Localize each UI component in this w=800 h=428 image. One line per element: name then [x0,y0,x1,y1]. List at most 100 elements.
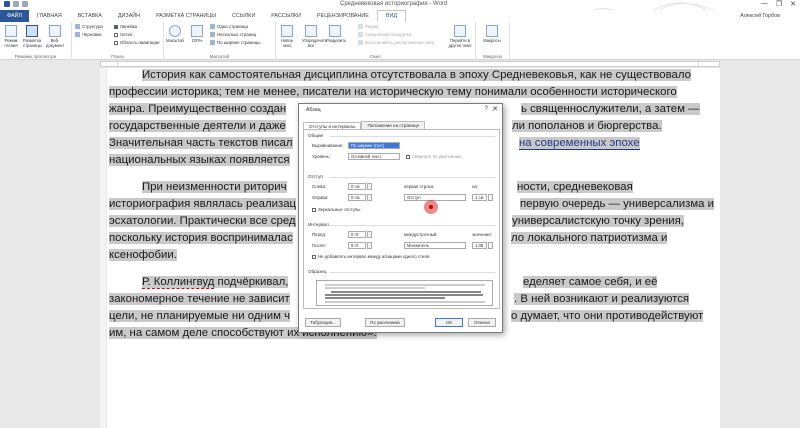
cancel-button[interactable]: Отмена [468,318,496,327]
grid-checkbox[interactable]: Сетка [114,32,132,37]
after-label: После: [312,243,327,248]
horizontal-ruler[interactable] [100,61,720,67]
section-divider [330,136,495,137]
line-spacing-select[interactable]: Множитель [404,242,466,249]
web-layout-button[interactable]: Веб-документ [46,25,64,48]
right-indent-label: Справа: [312,195,329,200]
before-input[interactable]: 0 пт [348,231,366,238]
tabs-button[interactable]: Табуляция... [305,318,341,327]
text-line: Значительная часть текстов писал [109,137,293,149]
switch-windows-icon [454,25,466,37]
redo-icon[interactable] [22,1,28,7]
hyperlink[interactable]: на современных эпохе [519,137,640,150]
group-show: Структура Черновик Линейка Сетка Область… [72,22,164,60]
read-mode-icon [5,25,17,37]
switch-windows-button[interactable]: Перейти в другое окно [448,25,472,48]
by-label: на: [472,184,479,189]
left-indent-input[interactable]: 0 см [348,183,366,190]
read-mode-button[interactable]: Режим чтения [2,25,20,48]
tab-review[interactable]: РЕЦЕНЗИРОВАНИЕ [309,10,377,22]
ribbon-tabs: ФАЙЛ ГЛАВНАЯ ВСТАВКА ДИЗАЙН РАЗМЕТКА СТР… [0,10,800,22]
text-line: ло локального патриотизма и [511,232,668,244]
close-button[interactable]: ✕ [790,0,796,8]
window-title: Средневековая историография - Word [340,1,448,7]
save-icon[interactable] [4,1,10,7]
help-button[interactable]: ? [485,106,488,112]
page-width-button[interactable]: По ширине страницы [210,40,260,45]
at-input[interactable]: 1,08 [472,242,487,249]
tab-layout[interactable]: РАЗМЕТКА СТРАНИЦЫ [148,10,224,22]
text-line: историография являлась реализац [109,198,297,210]
text-line: ности, средневековая [517,181,633,193]
spellcheck-word[interactable]: Р. Коллингвуд [142,276,215,289]
vertical-ruler[interactable] [100,68,106,428]
sync-scroll-button[interactable]: Синхронная прокрутка [358,32,411,37]
set-default-button[interactable]: По умолчанию [365,318,405,327]
line-spacing-label: междустрочный: [404,232,438,237]
alignment-select[interactable]: По ширине (гост) [348,142,400,149]
text-line: государственные деятели и даже [109,120,286,132]
checkbox-icon [114,24,118,29]
text-line: профессии историка; тем не менее, писате… [109,86,677,98]
right-indent-spinner[interactable] [367,194,372,201]
ruler-checkbox[interactable]: Линейка [114,24,137,29]
tab-mailings[interactable]: РАССЫЛКИ [263,10,309,22]
text-line: первую очередь — универсализма и [520,198,715,210]
left-indent-spinner[interactable] [367,183,372,190]
tab-design[interactable]: ДИЗАЙН [110,10,148,22]
text-line: цели, не планируемые ни одним ч [109,310,291,322]
zoom-100-button[interactable]: 100% [188,25,206,43]
after-spinner[interactable] [367,242,372,249]
new-window-icon [281,25,293,37]
at-spinner[interactable] [488,242,493,249]
undo-icon[interactable] [13,1,19,7]
group-label: Окно [370,54,381,59]
by-spinner[interactable] [488,194,493,201]
print-layout-icon [26,25,38,37]
zoom-100-icon [191,25,203,37]
restore-button[interactable]: ❐ [776,0,782,8]
reset-position-button[interactable]: Восстановить расположение окна [358,40,434,45]
macros-button[interactable]: Макросы [483,25,501,43]
tab-references[interactable]: ССЫЛКИ [224,10,263,22]
minimize-button[interactable]: — [761,0,768,8]
tab-home[interactable]: ГЛАВНАЯ [29,10,70,22]
by-input[interactable]: 1 см [472,194,487,201]
right-indent-input[interactable]: 0 см [348,194,366,201]
collapsed-checkbox[interactable]: Свернуто по умолчанию [406,154,462,159]
arrange-all-button[interactable]: Упорядочить все [302,25,327,48]
group-label: Показ [111,54,124,59]
text-line: ксенофобии. [109,249,177,261]
after-input[interactable]: 8 пт [348,242,366,249]
level-select[interactable]: Основной текст [348,153,400,160]
side-by-side-button[interactable]: Рядом [358,24,378,29]
user-name[interactable]: Алексей Горбов [740,13,780,19]
tab-line-page-breaks[interactable]: Положение на странице [361,121,426,129]
one-page-button[interactable]: Одна страница [210,24,248,29]
ok-button[interactable]: ОК [435,318,463,327]
ribbon: Режим чтения Разметка страницы Веб-докум… [0,22,800,60]
quick-access-toolbar [4,1,28,7]
first-line-select[interactable]: Отступ [404,194,466,201]
dialog-close-button[interactable]: ✕ [492,105,498,113]
mirror-indents-checkbox[interactable]: Зеркальные отступы [312,207,360,212]
one-page-icon [210,24,215,29]
draft-button[interactable]: Черновик [75,32,101,37]
tab-insert[interactable]: ВСТАВКА [70,10,110,22]
split-button[interactable]: Разделить [326,25,346,43]
tab-file[interactable]: ФАЙЛ [0,10,29,22]
tab-view[interactable]: ВИД [376,10,406,22]
text-line: национальных языках появляется [109,154,290,166]
new-window-button[interactable]: Новое окно [278,25,296,48]
before-spinner[interactable] [367,231,372,238]
nav-pane-checkbox[interactable]: Область навигации [114,40,159,45]
section-preview: Образец [308,269,327,274]
print-layout-button[interactable]: Разметка страницы [23,25,42,48]
left-indent-label: Слева: [312,184,327,189]
zoom-button[interactable]: Масштаб [166,25,184,43]
sync-scroll-icon [358,32,363,37]
no-space-checkbox[interactable]: Не добавлять интервал между абзацами одн… [312,254,429,259]
multiple-pages-button[interactable]: Несколько страниц [210,32,256,37]
section-spacing: Интервал [308,222,329,227]
outline-button[interactable]: Структура [75,24,103,29]
